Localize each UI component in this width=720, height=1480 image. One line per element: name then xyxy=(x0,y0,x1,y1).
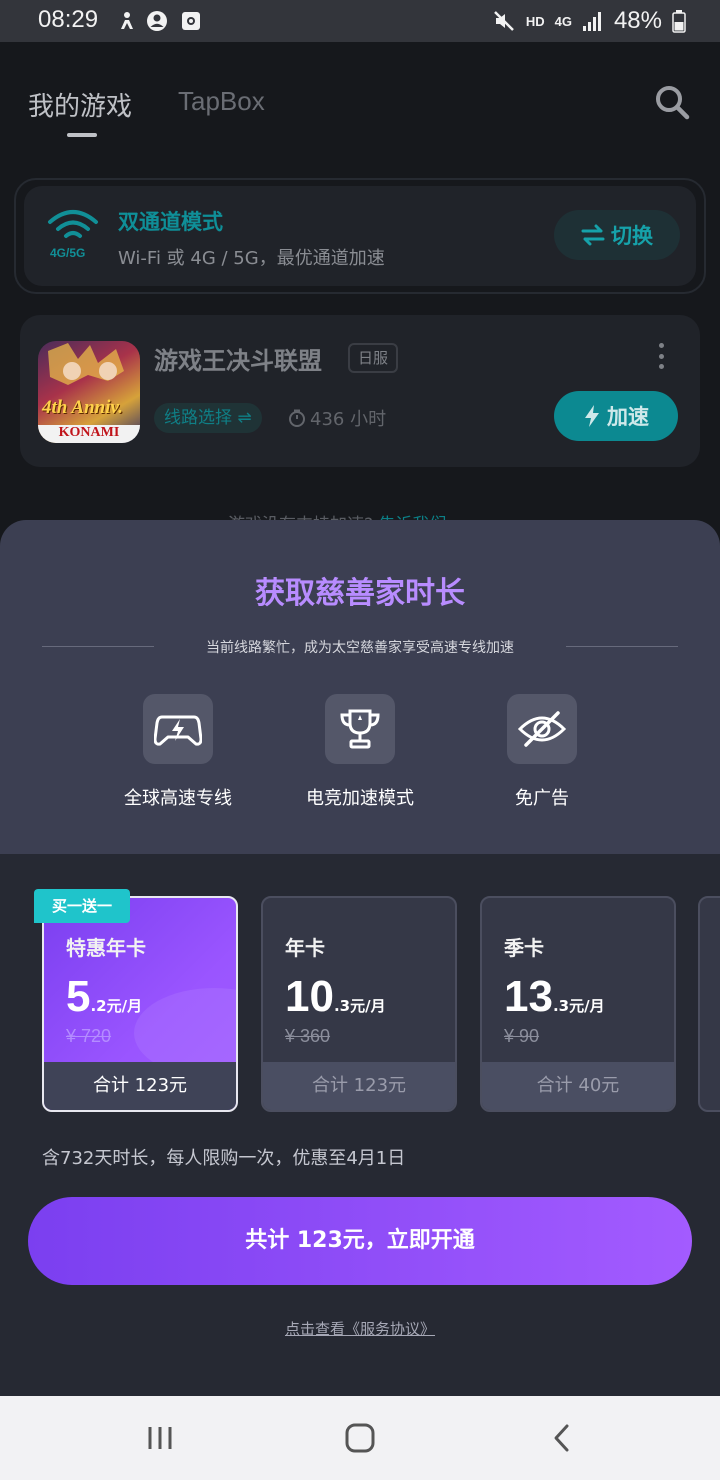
plan-name: 季卡 xyxy=(504,936,544,960)
signal-icon xyxy=(582,12,601,31)
purchase-button[interactable]: 共计 123元，立即开通 xyxy=(28,1197,692,1285)
network-label: 4G/5G xyxy=(50,246,86,260)
plan-name: 特惠年卡 xyxy=(66,936,146,960)
tab-tapbox[interactable]: TapBox xyxy=(178,86,265,117)
status-right: HD 4G 48% xyxy=(492,6,686,36)
accelerate-label: 加速 xyxy=(607,405,649,429)
promo-tag: 买一送一 xyxy=(34,889,130,923)
recent-apps-button[interactable] xyxy=(138,1416,182,1460)
feature-no-ads: 免广告 xyxy=(462,694,622,810)
timer-icon xyxy=(289,409,305,427)
back-button[interactable] xyxy=(540,1416,584,1460)
plan-special-annual[interactable]: 特惠年卡 5 .2元/月 ¥ 720 合计 123元 xyxy=(42,896,238,1112)
plan-original-price: ¥ 720 xyxy=(66,1026,112,1046)
feature-label: 电竞加速模式 xyxy=(306,788,414,809)
game-icon[interactable]: 4th Anniv. KONAMI xyxy=(38,341,140,443)
plan-price-main: 5 xyxy=(66,972,91,1021)
lightning-icon xyxy=(585,405,599,427)
account-icon xyxy=(147,11,167,31)
plan-total: 合计 123元 xyxy=(44,1062,236,1110)
game-card: 4th Anniv. KONAMI 游戏王决斗联盟 日服 线路选择 ⇌ 436 … xyxy=(20,315,700,467)
switch-label: 切换 xyxy=(611,224,653,248)
status-bar: 08:29 HD 4G 48% xyxy=(0,0,720,42)
plan-price: 10 .3元/月 xyxy=(285,972,386,1022)
route-select-button[interactable]: 线路选择 ⇌ xyxy=(154,403,262,433)
battery-icon xyxy=(672,10,686,33)
mute-icon xyxy=(493,11,514,31)
tab-my-games[interactable]: 我的游戏 xyxy=(28,86,132,123)
mode-title: 双通道模式 xyxy=(118,210,223,234)
game-art-icon xyxy=(48,343,124,385)
divider-right xyxy=(566,646,678,647)
eye-off-icon xyxy=(518,711,566,747)
plan-total: 合计 123元 xyxy=(263,1062,455,1110)
game-icon-publisher: KONAMI xyxy=(38,425,140,443)
tab-indicator xyxy=(67,133,97,137)
plan-quarterly[interactable]: 季卡 13 .3元/月 ¥ 90 合计 40元 xyxy=(480,896,676,1112)
feature-esports-mode: 电竞加速模式 xyxy=(280,694,440,810)
plan-name: 年卡 xyxy=(285,936,325,960)
feature-box xyxy=(507,694,577,764)
home-icon xyxy=(345,1423,375,1453)
search-icon[interactable] xyxy=(652,82,692,122)
system-nav-bar xyxy=(0,1396,720,1480)
wifi-icon xyxy=(48,210,98,238)
plan-price-unit: .3元/月 xyxy=(333,997,386,1015)
gamepad-lightning-icon xyxy=(154,715,202,746)
accessibility-icon xyxy=(121,12,133,29)
plan-price: 5 .2元/月 xyxy=(66,972,142,1022)
dual-channel-inner: 4G/5G 双通道模式 Wi-Fi 或 4G / 5G，最优通道加速 切换 xyxy=(24,186,696,286)
dual-channel-card: 4G/5G 双通道模式 Wi-Fi 或 4G / 5G，最优通道加速 切换 xyxy=(14,178,706,294)
more-options-icon[interactable] xyxy=(656,343,666,369)
plan-note: 含732天时长，每人限购一次，优惠至4月1日 xyxy=(42,1148,406,1169)
service-agreement: 点击查看《服务协议》 xyxy=(0,1318,720,1339)
region-badge: 日服 xyxy=(348,343,399,373)
plan-next-partial[interactable] xyxy=(698,896,720,1112)
plan-price-main: 13 xyxy=(504,972,553,1021)
accelerate-button[interactable]: 加速 xyxy=(554,391,678,441)
plan-total: 合计 40元 xyxy=(482,1062,674,1110)
switch-button[interactable]: 切换 xyxy=(554,210,680,260)
plan-price-unit: .2元/月 xyxy=(90,997,143,1015)
divider-left xyxy=(42,646,154,647)
swap-icon xyxy=(581,224,605,246)
plan-original-price: ¥ 360 xyxy=(285,1026,331,1046)
plan-price-unit: .3元/月 xyxy=(552,997,605,1015)
feature-box xyxy=(143,694,213,764)
network-hd: HD xyxy=(525,13,545,29)
plan-price: 13 .3元/月 xyxy=(504,972,605,1022)
play-time: 436 小时 xyxy=(288,405,386,431)
screen-record-icon xyxy=(182,12,200,30)
battery-percent: 48% xyxy=(613,7,662,34)
feature-box xyxy=(325,694,395,764)
game-name: 游戏王决斗联盟 xyxy=(154,347,322,375)
status-time: 08:29 xyxy=(38,6,99,33)
feature-label: 免广告 xyxy=(515,788,569,809)
trophy-icon xyxy=(340,709,380,749)
plan-price-main: 10 xyxy=(285,972,334,1021)
vip-bottom-sheet: 获取慈善家时长 当前线路繁忙，成为太空慈善家享受高速专线加速 全球高速专线 电竞… xyxy=(0,520,720,1396)
network-4g: 4G xyxy=(554,13,572,29)
home-button[interactable] xyxy=(338,1416,382,1460)
feature-global-line: 全球高速专线 xyxy=(98,694,258,810)
back-icon xyxy=(554,1424,569,1452)
service-agreement-link[interactable]: 点击查看《服务协议》 xyxy=(285,1320,435,1338)
sheet-subtitle: 当前线路繁忙，成为太空慈善家享受高速专线加速 xyxy=(206,640,514,656)
mode-subtitle: Wi-Fi 或 4G / 5G，最优通道加速 xyxy=(118,248,385,269)
feature-label: 全球高速专线 xyxy=(124,788,232,809)
tab-bar: 我的游戏 TapBox xyxy=(0,42,720,152)
plan-original-price: ¥ 90 xyxy=(504,1026,540,1046)
play-hours: 436 小时 xyxy=(310,409,387,430)
sheet-title: 获取慈善家时长 xyxy=(255,576,465,611)
recent-apps-icon xyxy=(148,1427,172,1449)
game-icon-anniversary: 4th Anniv. xyxy=(42,397,123,418)
plan-annual[interactable]: 年卡 10 .3元/月 ¥ 360 合计 123元 xyxy=(261,896,457,1112)
